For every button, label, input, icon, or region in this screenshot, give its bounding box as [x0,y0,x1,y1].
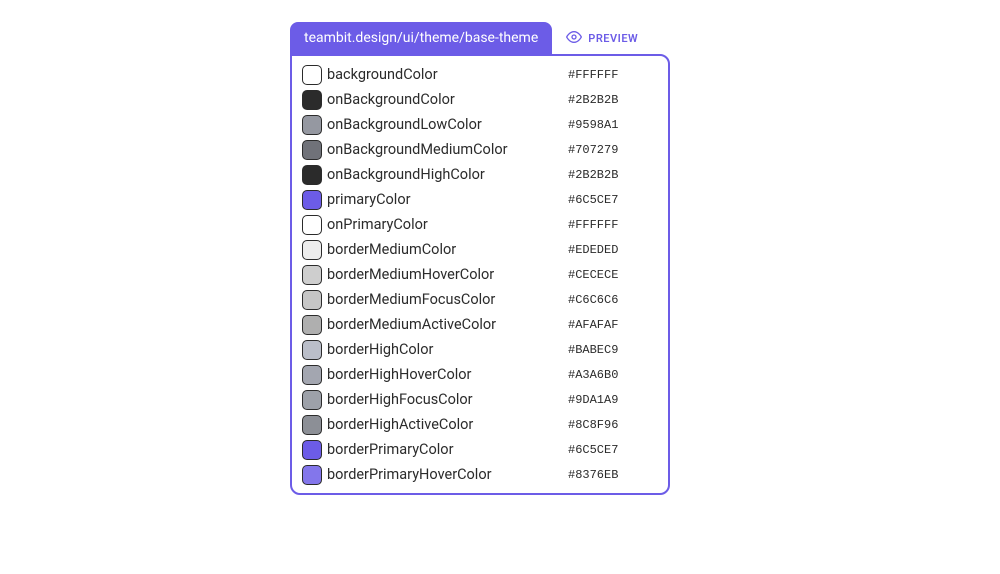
token-value: #9DA1A9 [568,393,658,407]
token-value: #EDEDED [568,243,658,257]
token-name: backgroundColor [327,66,568,83]
token-name: borderHighHoverColor [327,366,568,383]
eye-icon [566,29,582,48]
token-value: #BABEC9 [568,343,658,357]
token-value: #6C5CE7 [568,443,658,457]
token-value: #8376EB [568,468,658,482]
component-path-label: teambit.design/ui/theme/base-theme [304,30,538,46]
token-row: primaryColor#6C5CE7 [302,187,658,212]
token-value: #707279 [568,143,658,157]
token-value: #2B2B2B [568,93,658,107]
theme-token-panel: teambit.design/ui/theme/base-theme PREVI… [290,22,670,495]
token-name: borderMediumActiveColor [327,316,568,333]
token-row: borderHighFocusColor#9DA1A9 [302,387,658,412]
token-row: borderHighHoverColor#A3A6B0 [302,362,658,387]
token-value: #9598A1 [568,118,658,132]
color-swatch [302,290,322,310]
token-name: borderMediumColor [327,241,568,258]
token-name: borderMediumHoverColor [327,266,568,283]
token-name: borderPrimaryColor [327,441,568,458]
token-name: borderHighFocusColor [327,391,568,408]
color-swatch [302,165,322,185]
token-value: #C6C6C6 [568,293,658,307]
token-value: #FFFFFF [568,68,658,82]
color-swatch [302,215,322,235]
token-row: onBackgroundColor#2B2B2B [302,87,658,112]
color-swatch [302,140,322,160]
token-row: onBackgroundHighColor#2B2B2B [302,162,658,187]
token-row: borderPrimaryHoverColor#8376EB [302,462,658,487]
token-value: #A3A6B0 [568,368,658,382]
token-row: backgroundColor#FFFFFF [302,62,658,87]
token-value: #AFAFAF [568,318,658,332]
token-name: borderHighColor [327,341,568,358]
component-path-tab[interactable]: teambit.design/ui/theme/base-theme [290,22,552,54]
color-swatch [302,315,322,335]
panel-header: teambit.design/ui/theme/base-theme PREVI… [290,22,670,54]
color-swatch [302,265,322,285]
color-swatch [302,90,322,110]
token-name: borderHighActiveColor [327,416,568,433]
token-name: onPrimaryColor [327,216,568,233]
token-name: onBackgroundMediumColor [327,141,568,158]
token-row: borderMediumHoverColor#CECECE [302,262,658,287]
token-name: primaryColor [327,191,568,208]
color-swatch [302,440,322,460]
token-row: onBackgroundMediumColor#707279 [302,137,658,162]
color-swatch [302,365,322,385]
token-name: borderPrimaryHoverColor [327,466,568,483]
token-row: borderHighActiveColor#8C8F96 [302,412,658,437]
color-swatch [302,390,322,410]
color-swatch [302,240,322,260]
preview-link[interactable]: PREVIEW [566,29,638,48]
token-row: borderMediumColor#EDEDED [302,237,658,262]
color-swatch [302,65,322,85]
token-name: onBackgroundHighColor [327,166,568,183]
token-name: onBackgroundLowColor [327,116,568,133]
token-value: #CECECE [568,268,658,282]
color-swatch [302,465,322,485]
token-row: borderHighColor#BABEC9 [302,337,658,362]
token-value: #FFFFFF [568,218,658,232]
token-value: #2B2B2B [568,168,658,182]
token-name: onBackgroundColor [327,91,568,108]
token-row: onPrimaryColor#FFFFFF [302,212,658,237]
color-swatch [302,190,322,210]
color-swatch [302,415,322,435]
token-row: onBackgroundLowColor#9598A1 [302,112,658,137]
token-value: #8C8F96 [568,418,658,432]
token-list-panel: backgroundColor#FFFFFFonBackgroundColor#… [290,54,670,495]
preview-label: PREVIEW [588,32,638,45]
token-value: #6C5CE7 [568,193,658,207]
color-swatch [302,340,322,360]
color-swatch [302,115,322,135]
token-row: borderPrimaryColor#6C5CE7 [302,437,658,462]
token-row: borderMediumActiveColor#AFAFAF [302,312,658,337]
token-name: borderMediumFocusColor [327,291,568,308]
token-row: borderMediumFocusColor#C6C6C6 [302,287,658,312]
